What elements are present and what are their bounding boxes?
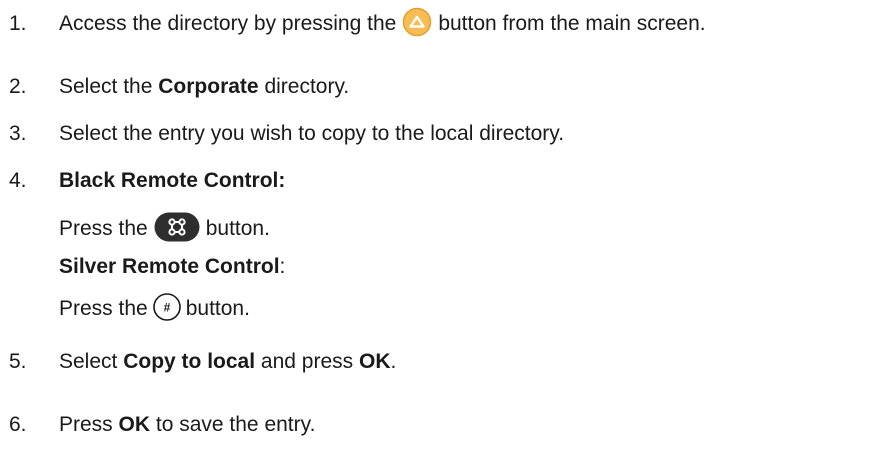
copy-to-local-label: Copy to local <box>123 350 256 373</box>
step-text: Select the entry you wish to copy to the… <box>59 122 565 145</box>
step-text-before: Press <box>59 413 113 436</box>
step-number: 6. <box>9 413 27 436</box>
hash-button-icon: # <box>152 293 181 322</box>
ok-label: OK <box>359 350 391 373</box>
step-text-before: Select the <box>59 75 153 98</box>
step-number: 4. <box>9 169 27 192</box>
step-text: Select the Corporate directory. <box>59 72 349 102</box>
step-number: 2. <box>9 75 27 98</box>
silver-remote-label: Silver Remote Control <box>59 255 280 278</box>
ok-label: OK <box>118 413 151 436</box>
step-text-after: . <box>390 350 397 373</box>
step-text: Press the button. <box>59 212 270 244</box>
step-text-after: directory. <box>264 75 350 98</box>
instruction-list: 1. Access the directory by pressing the … <box>0 0 879 466</box>
black-remote-label: Black Remote Control: <box>59 169 286 192</box>
step-text: Select Copy to local and press OK. <box>59 347 396 377</box>
step-text: Press OK to save the entry. <box>59 410 315 440</box>
step-text-before: Access the directory by pressing the <box>59 12 397 35</box>
step-text-after: to save the entry. <box>155 413 316 436</box>
step-text-before: Select <box>59 350 118 373</box>
command-button-icon <box>154 212 200 242</box>
step-text: Press the # button. <box>59 293 250 324</box>
silver-remote-colon: : <box>279 255 286 278</box>
step-text-before: Press the <box>59 217 148 240</box>
directory-up-button-icon <box>403 8 432 37</box>
step-number: 3. <box>9 122 27 145</box>
step-text-middle: and press <box>260 350 354 373</box>
step-text-before: Press the <box>59 297 148 320</box>
step-text-after: button from the main screen. <box>438 12 706 35</box>
hash-glyph: # <box>163 301 170 315</box>
step-number: 5. <box>9 350 27 373</box>
step-text: Access the directory by pressing the but… <box>59 8 706 39</box>
corporate-label: Corporate <box>158 75 259 98</box>
step-text-after: button. <box>185 297 250 320</box>
step-number: 1. <box>9 12 27 35</box>
step-text-after: button. <box>205 217 270 240</box>
black-remote-heading: Black Remote Control: <box>59 166 285 196</box>
